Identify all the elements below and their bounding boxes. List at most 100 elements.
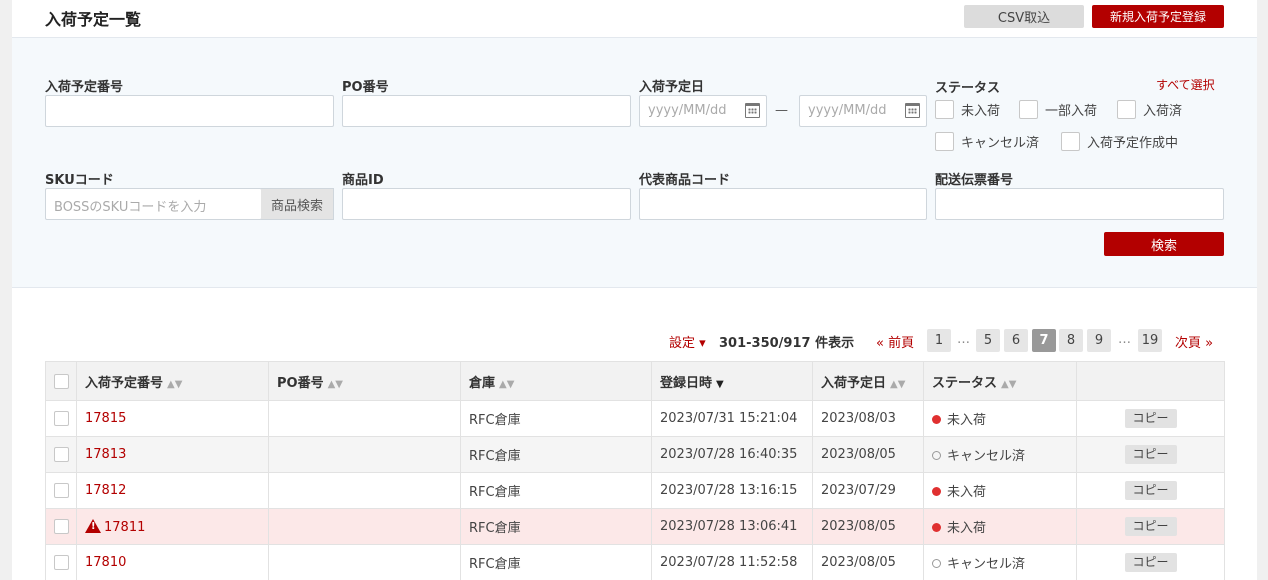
product-id-input[interactable] xyxy=(342,188,631,220)
row-checkbox[interactable] xyxy=(53,447,69,462)
copy-button[interactable]: コピー xyxy=(1124,481,1177,500)
prev-page-link[interactable]: « 前頁 xyxy=(876,332,914,351)
sku-placeholder: BOSSのSKUコードを入力 xyxy=(54,200,207,215)
col-warehouse[interactable]: 倉庫 ▲▼ xyxy=(460,361,652,401)
po-label: PO番号 xyxy=(342,80,389,95)
row-checkbox[interactable] xyxy=(53,483,69,498)
page-1[interactable]: 1 xyxy=(927,329,951,352)
warehouse-cell: RFC倉庫 xyxy=(460,508,652,545)
csv-import-button[interactable]: CSV取込 xyxy=(964,5,1084,28)
copy-button[interactable]: コピー xyxy=(1124,553,1177,572)
warehouse-cell: RFC倉庫 xyxy=(460,400,652,437)
page-ellipsis: … xyxy=(957,332,970,347)
status-option-label: キャンセル済 xyxy=(961,136,1040,151)
arrival-id-link[interactable]: 17811 xyxy=(104,520,145,535)
rep-code-label: 代表商品コード xyxy=(639,173,731,188)
page-6[interactable]: 6 xyxy=(1004,329,1028,352)
page-9[interactable]: 9 xyxy=(1087,329,1111,352)
col-registered[interactable]: 登録日時 ▼ xyxy=(651,361,813,401)
date-separator: — xyxy=(775,103,788,118)
copy-button[interactable]: コピー xyxy=(1124,409,1177,428)
status-ring-icon xyxy=(932,559,941,568)
date-to-placeholder: yyyy/MM/dd xyxy=(808,103,887,118)
page-ellipsis: … xyxy=(1118,332,1131,347)
status-option-label: 一部入荷 xyxy=(1045,104,1098,119)
status-checkbox-cancelled[interactable]: キャンセル済 xyxy=(935,132,1039,151)
sort-icon: ▲▼ xyxy=(1001,378,1017,390)
col-arrival-no[interactable]: 入荷予定番号 ▲▼ xyxy=(76,361,269,401)
calendar-icon[interactable] xyxy=(745,103,760,118)
rep-code-input[interactable] xyxy=(639,188,927,220)
arrival-id-link[interactable]: 17812 xyxy=(85,483,126,498)
row-checkbox[interactable] xyxy=(53,555,69,570)
select-all-checkbox[interactable] xyxy=(53,373,69,389)
page-title: 入荷予定一覧 xyxy=(45,10,142,29)
arrival-date-cell: 2023/08/05 xyxy=(812,544,924,580)
po-cell xyxy=(268,508,461,545)
status-checkbox-partial[interactable]: 一部入荷 xyxy=(1019,100,1097,119)
status-option-label: 未入荷 xyxy=(961,104,1001,119)
arrival-id-link[interactable]: 17810 xyxy=(85,555,126,570)
status-dot-icon xyxy=(932,523,941,532)
col-status[interactable]: ステータス ▲▼ xyxy=(923,361,1077,401)
status-ring-icon xyxy=(932,451,941,460)
copy-button[interactable]: コピー xyxy=(1124,517,1177,536)
search-button[interactable]: 検索 xyxy=(1104,232,1224,256)
calendar-icon[interactable] xyxy=(905,103,920,118)
product-search-button[interactable]: 商品検索 xyxy=(261,188,334,220)
new-arrival-button[interactable]: 新規入荷予定登録 xyxy=(1092,5,1224,28)
select-all-link[interactable]: すべて選択 xyxy=(1156,76,1215,93)
checkbox[interactable] xyxy=(1061,132,1080,151)
registered-cell: 2023/07/28 16:40:35 xyxy=(651,436,813,473)
arrival-id-link[interactable]: 17813 xyxy=(85,447,126,462)
page-19[interactable]: 19 xyxy=(1138,329,1162,352)
po-cell xyxy=(268,544,461,580)
main-panel: 入荷予定一覧 CSV取込 新規入荷予定登録 入荷予定番号 PO番号 入荷予定日 … xyxy=(12,0,1257,580)
row-checkbox[interactable] xyxy=(53,519,69,534)
po-cell xyxy=(268,400,461,437)
sort-icon: ▲▼ xyxy=(167,378,183,390)
sku-label: SKUコード xyxy=(45,173,114,188)
arrival-no-input[interactable] xyxy=(45,95,334,127)
checkbox[interactable] xyxy=(1019,100,1038,119)
status-checkbox-received[interactable]: 入荷済 xyxy=(1117,100,1182,119)
status-cell: 未入荷 xyxy=(923,400,1077,437)
arrival-id-link[interactable]: 17815 xyxy=(85,411,126,426)
arrival-date-cell: 2023/08/03 xyxy=(812,400,924,437)
sort-icon: ▲▼ xyxy=(890,378,906,390)
checkbox[interactable] xyxy=(1117,100,1136,119)
status-dot-icon xyxy=(932,487,941,496)
table-header-row: 入荷予定番号 ▲▼ PO番号 ▲▼ 倉庫 ▲▼ 登録日時 ▼ 入荷予定日 ▲▼ ステータス… xyxy=(45,361,1225,401)
settings-dropdown[interactable]: 設定 ▾ xyxy=(669,332,706,351)
col-po[interactable]: PO番号 ▲▼ xyxy=(268,361,461,401)
po-input[interactable] xyxy=(342,95,631,127)
status-checkbox-creating[interactable]: 入荷予定作成中 xyxy=(1061,132,1178,151)
tracking-input[interactable] xyxy=(935,188,1224,220)
page-7-current[interactable]: 7 xyxy=(1032,329,1056,352)
date-from-input[interactable]: yyyy/MM/dd xyxy=(639,95,767,127)
tracking-label: 配送伝票番号 xyxy=(935,173,1014,188)
status-label: ステータス xyxy=(935,81,1001,96)
checkbox[interactable] xyxy=(935,132,954,151)
row-checkbox[interactable] xyxy=(53,411,69,426)
warehouse-cell: RFC倉庫 xyxy=(460,544,652,580)
col-actions xyxy=(1076,361,1225,401)
registered-cell: 2023/07/28 11:52:58 xyxy=(651,544,813,580)
arrival-date-cell: 2023/08/05 xyxy=(812,508,924,545)
po-cell xyxy=(268,472,461,509)
checkbox[interactable] xyxy=(935,100,954,119)
next-page-link[interactable]: 次頁 » xyxy=(1175,332,1213,351)
warehouse-cell: RFC倉庫 xyxy=(460,472,652,509)
sku-input[interactable]: BOSSのSKUコードを入力 xyxy=(45,188,262,220)
page-8[interactable]: 8 xyxy=(1059,329,1083,352)
warehouse-cell: RFC倉庫 xyxy=(460,436,652,473)
status-checkbox-unreceived[interactable]: 未入荷 xyxy=(935,100,1000,119)
page-5[interactable]: 5 xyxy=(976,329,1000,352)
table-row: 17812 RFC倉庫 2023/07/28 13:16:15 2023/07/… xyxy=(45,472,1225,509)
copy-button[interactable]: コピー xyxy=(1124,445,1177,464)
arrival-date-cell: 2023/07/29 xyxy=(812,472,924,509)
status-cell: キャンセル済 xyxy=(923,544,1077,580)
col-arrival-date[interactable]: 入荷予定日 ▲▼ xyxy=(812,361,924,401)
date-to-input[interactable]: yyyy/MM/dd xyxy=(799,95,927,127)
select-all-cell[interactable] xyxy=(45,361,77,401)
